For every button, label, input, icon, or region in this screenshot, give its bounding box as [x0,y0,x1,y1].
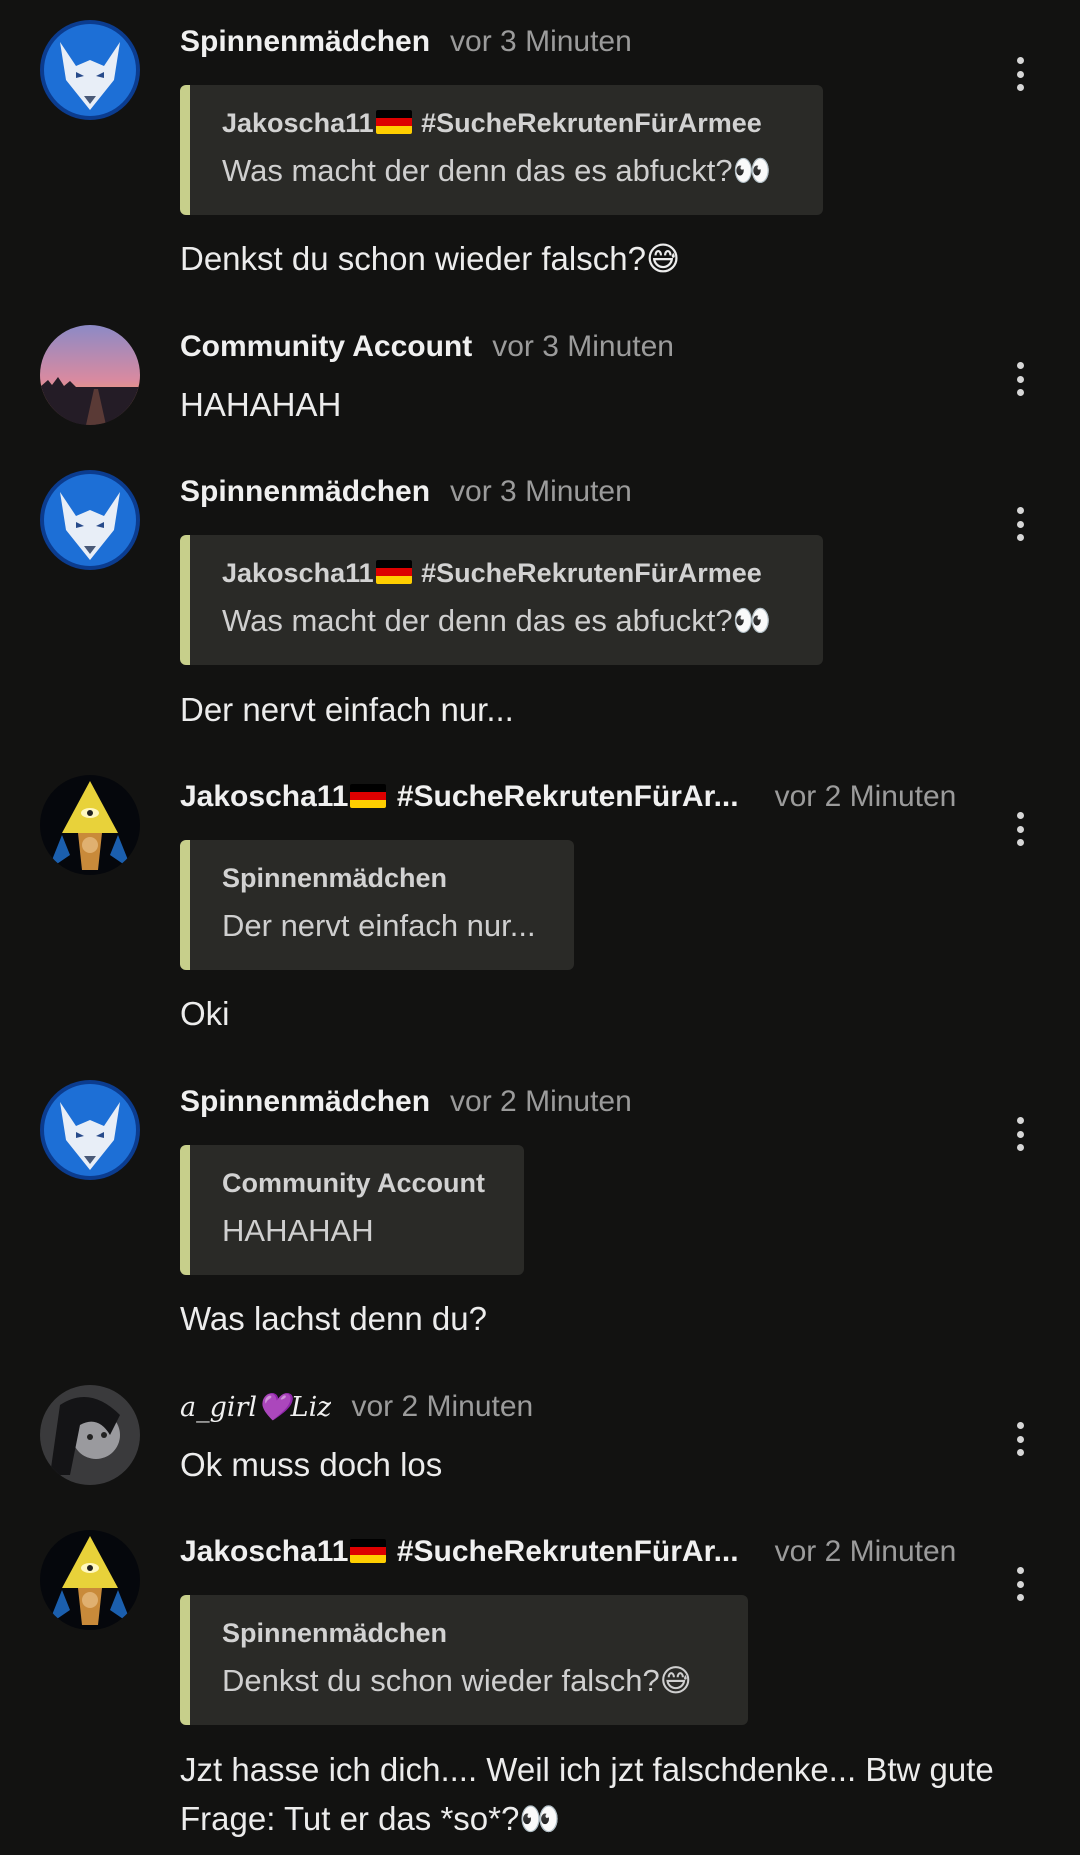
sunset-avatar-icon[interactable] [40,325,140,425]
message-header: Spinnenmädchen vor 3 Minuten [180,470,1020,514]
more-vertical-icon[interactable] [1012,1117,1028,1151]
timestamp: vor 2 Minuten [450,1085,632,1118]
germany-flag-icon [350,1539,387,1563]
message-text: Der nervt einfach nur... [180,691,514,728]
timestamp: vor 2 Minuten [774,1535,957,1568]
germany-flag-icon [350,784,387,808]
timestamp: vor 2 Minuten [774,780,957,813]
message-header: Spinnenmädchen vor 2 Minuten [180,1080,1020,1124]
timestamp: vor 2 Minuten [351,1390,534,1423]
message-text: Jzt hasse ich dich.... Weil ich jzt fals… [180,1751,994,1837]
quote-author: Spinnenmädchen [222,863,448,893]
quote-text: Was macht der denn das es abfuckt?👀 [222,603,772,638]
germany-flag-icon [375,110,412,134]
wolf-avatar-icon[interactable] [40,20,140,120]
message-text: Oki [180,995,230,1032]
message-text: Ok muss doch los [180,1446,443,1483]
quoted-message[interactable]: Spinnenmädchen Der nervt einfach nur... [180,840,574,970]
more-vertical-icon[interactable] [1012,507,1028,541]
author-name[interactable]: Spinnenmädchen [180,475,430,509]
quoted-message[interactable]: Jakoscha11 #SucheRekrutenFürArmee Was ma… [180,85,823,215]
quote-author: Community Account [222,1168,485,1198]
message-header: Spinnenmädchen vor 3 Minuten [180,20,1020,64]
more-vertical-icon[interactable] [1012,57,1028,91]
timestamp: vor 3 Minuten [492,330,674,363]
quote-author: Spinnenmädchen [222,1618,448,1648]
quote-text: Der nervt einfach nur... [222,908,536,943]
author-name[interactable]: Jakoscha11 #SucheRekrutenFürAr... [180,780,739,814]
timestamp: vor 3 Minuten [450,25,632,58]
message-header: Jakoscha11 #SucheRekrutenFürAr... vor 2 … [180,775,1020,819]
pyramid-avatar-icon[interactable] [40,775,140,875]
more-vertical-icon[interactable] [1012,362,1028,396]
message-text: Was lachst denn du? [180,1300,487,1337]
message-header: Jakoscha11 #SucheRekrutenFürAr... vor 2 … [180,1530,1020,1574]
girl-avatar-icon[interactable] [40,1385,140,1485]
more-vertical-icon[interactable] [1012,1422,1028,1456]
germany-flag-icon [375,560,412,584]
quote-text: HAHAHAH [222,1213,374,1248]
more-vertical-icon[interactable] [1012,812,1028,846]
author-name[interactable]: Jakoscha11 #SucheRekrutenFürAr... [180,1535,739,1569]
quoted-message[interactable]: Jakoscha11 #SucheRekrutenFürArmee Was ma… [180,535,823,665]
pyramid-avatar-icon[interactable] [40,1530,140,1630]
message-text: Denkst du schon wieder falsch?😅 [180,240,681,277]
quote-text: Denkst du schon wieder falsch?😅 [222,1663,692,1698]
quoted-message[interactable]: Spinnenmädchen Denkst du schon wieder fa… [180,1595,748,1725]
author-name[interactable]: Spinnenmädchen [180,1085,430,1119]
timestamp: vor 3 Minuten [450,475,632,508]
wolf-avatar-icon[interactable] [40,470,140,570]
message-header: a_girl💜Liz vor 2 Minuten [180,1385,1020,1429]
more-vertical-icon[interactable] [1012,1567,1028,1601]
author-name[interactable]: Spinnenmädchen [180,25,430,59]
message-header: Community Account vor 3 Minuten [180,325,1020,369]
author-name[interactable]: Community Account [180,330,472,364]
quoted-message[interactable]: Community Account HAHAHAH [180,1145,524,1275]
quote-author: Jakoscha11 #SucheRekrutenFürArmee [222,108,762,138]
message-text: HAHAHAH [180,386,342,423]
author-name[interactable]: a_girl💜Liz [180,1391,331,1423]
quote-author: Jakoscha11 #SucheRekrutenFürArmee [222,558,762,588]
quote-text: Was macht der denn das es abfuckt?👀 [222,153,772,188]
wolf-avatar-icon[interactable] [40,1080,140,1180]
